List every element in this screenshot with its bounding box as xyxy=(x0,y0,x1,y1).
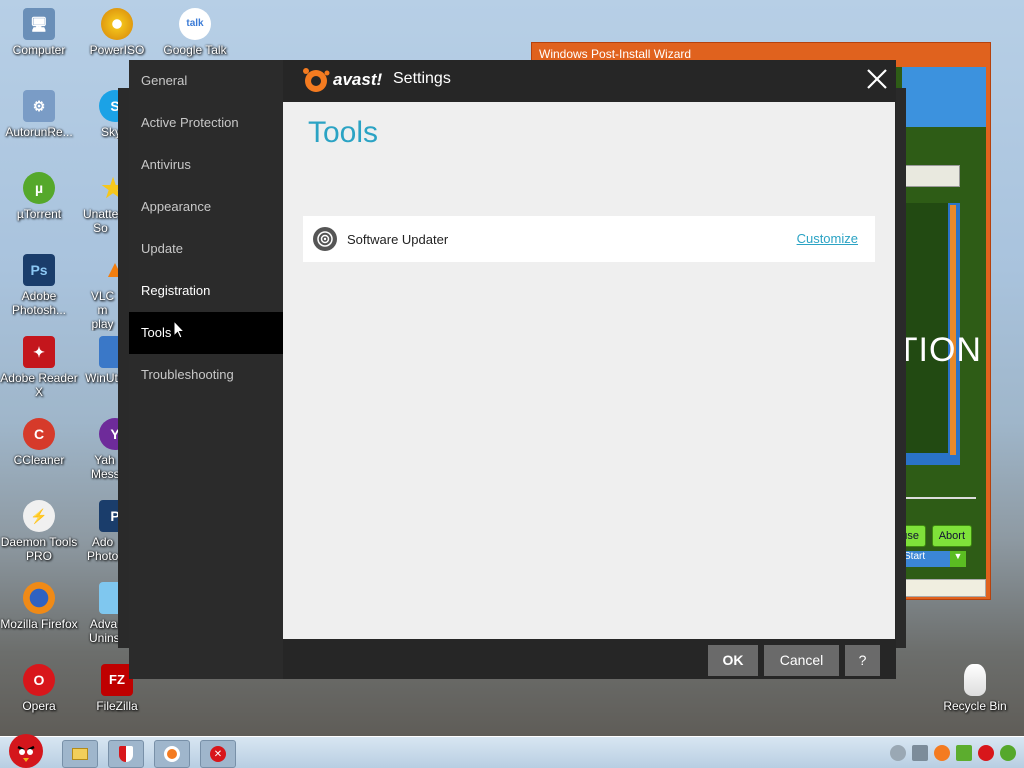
avast-logo: avast! xyxy=(301,65,382,95)
customize-link[interactable]: Customize xyxy=(797,231,858,246)
sidebar-item-troubleshooting[interactable]: Troubleshooting xyxy=(129,354,283,396)
yahoo-messenger-icon: Y xyxy=(99,418,118,450)
taskbar-explorer-button[interactable] xyxy=(62,740,98,768)
wizard-banner xyxy=(902,67,986,127)
sidebar-item-appearance[interactable]: Appearance xyxy=(129,186,283,228)
avast-shield-icon xyxy=(119,746,133,762)
wizard-title: Windows Post-Install Wizard xyxy=(539,47,692,61)
advanced-uninstaller-icon xyxy=(99,582,118,614)
sidebar-item-tools[interactable]: Tools xyxy=(129,312,283,354)
security-tray-icon[interactable] xyxy=(956,745,972,761)
avast-logo-icon xyxy=(303,68,330,92)
folder-icon xyxy=(72,748,88,760)
chevron-down-icon[interactable]: ▼ xyxy=(950,551,966,567)
desktop-icon-adobe-reader[interactable]: ✦ Adobe Reader X xyxy=(0,336,79,399)
desktop-icon-poweriso[interactable]: PowerISO xyxy=(77,8,157,57)
taskbar: ✕ xyxy=(0,734,1024,768)
desktop-icon-google-talk[interactable]: talk Google Talk xyxy=(155,8,235,57)
avast-orange-icon xyxy=(164,746,180,762)
autorun-icon: ⚙ xyxy=(23,90,55,122)
sidebar-item-registration[interactable]: Registration xyxy=(129,270,283,312)
ccleaner-icon: C xyxy=(23,418,55,450)
wizard-abort-button[interactable]: Abort xyxy=(931,525,972,547)
taskbar-avast-shield-button[interactable] xyxy=(108,740,144,768)
desktop-icon-utorrent[interactable]: µ µTorrent xyxy=(0,172,79,221)
volume-icon[interactable] xyxy=(912,745,928,761)
adobe-reader-icon: ✦ xyxy=(23,336,55,368)
opera-icon: O xyxy=(23,664,55,696)
poweriso-icon xyxy=(101,8,133,40)
sidebar-item-update[interactable]: Update xyxy=(129,228,283,270)
close-icon[interactable] xyxy=(864,66,890,92)
dialog-title: Settings xyxy=(393,70,451,87)
start-button-angry-bird-icon[interactable] xyxy=(4,729,48,768)
desktop-icon-yahoo-messenger[interactable]: Y Yah Messe xyxy=(77,418,118,481)
avast-logo-text: avast! xyxy=(333,70,383,89)
avast-settings-dialog: General Active Protection Antivirus Appe… xyxy=(129,60,896,679)
tool-row-software-updater: Software Updater Customize xyxy=(303,216,875,262)
vlc-icon: ▲ xyxy=(103,256,118,283)
taskbar-avast-button[interactable] xyxy=(154,740,190,768)
network-icon[interactable] xyxy=(890,745,906,761)
desktop-icon-advanced-uninstaller[interactable]: Adva Unins xyxy=(77,582,118,645)
sidebar-item-general[interactable]: General xyxy=(129,60,283,102)
sidebar-item-antivirus[interactable]: Antivirus xyxy=(129,144,283,186)
sidebar-item-active-protection[interactable]: Active Protection xyxy=(129,102,283,144)
ok-button[interactable]: OK xyxy=(708,645,758,676)
tool-name: Software Updater xyxy=(347,232,449,247)
computer-icon: 🖥 xyxy=(23,8,55,40)
wizard-status-bar xyxy=(902,579,986,597)
taskbar-error-button[interactable]: ✕ xyxy=(200,740,236,768)
winut-icon xyxy=(99,336,118,368)
desktop-icon-vlc[interactable]: ▲ VLC m play xyxy=(77,254,118,332)
desktop-icon-recycle-bin[interactable]: Recycle Bin xyxy=(935,664,1015,713)
wizard-input[interactable] xyxy=(902,165,960,187)
settings-sidebar: General Active Protection Antivirus Appe… xyxy=(129,60,283,679)
cancel-button[interactable]: Cancel xyxy=(764,645,839,676)
settings-content: Tools Software Updater Customize xyxy=(283,102,895,639)
desktop-icon-adobe-photo[interactable]: P Ado Photo xyxy=(77,500,118,563)
desktop-icon-winut[interactable]: WinUt xyxy=(77,336,118,385)
target-icon xyxy=(313,227,337,251)
google-talk-icon: talk xyxy=(179,8,211,40)
desktop-icon-computer[interactable]: 🖥 Computer xyxy=(0,8,79,57)
photoshop-icon: Ps xyxy=(23,254,55,286)
adobe-photo-icon: P xyxy=(99,500,118,532)
avast-tray-icon[interactable] xyxy=(934,745,950,761)
recycle-bin-icon xyxy=(964,664,986,696)
wizard-panel-accent xyxy=(950,205,956,455)
desktop-icon-daemon-tools[interactable]: ⚡ Daemon Tools PRO xyxy=(0,500,79,563)
yahoo-tray-icon[interactable] xyxy=(978,745,994,761)
firefox-icon xyxy=(23,582,55,614)
daemon-tools-icon: ⚡ xyxy=(23,500,55,532)
help-button[interactable]: ? xyxy=(845,645,880,676)
desktop-icon-photoshop[interactable]: Ps Adobe Photosh... xyxy=(0,254,79,317)
desktop-icon-opera[interactable]: O Opera xyxy=(0,664,79,713)
desktop-icon-autorun[interactable]: ⚙ AutorunRe... xyxy=(0,90,79,139)
unattended-icon: ★ xyxy=(101,173,118,203)
mouse-cursor-icon xyxy=(173,320,185,339)
desktop-icon-unattended[interactable]: ★ Unatte So xyxy=(77,172,118,235)
utorrent-icon: µ xyxy=(23,172,55,204)
page-title: Tools xyxy=(308,116,379,149)
skype-icon: S xyxy=(99,90,118,122)
desktop-icon-ccleaner[interactable]: C CCleaner xyxy=(0,418,79,467)
desktop-icon-firefox[interactable]: Mozilla Firefox xyxy=(0,582,79,631)
desktop-icon-skype[interactable]: S Sky xyxy=(77,90,118,139)
error-icon: ✕ xyxy=(210,746,226,762)
dialog-header: avast! Settings xyxy=(283,60,896,102)
wizard-divider xyxy=(904,497,976,499)
system-tray xyxy=(890,745,1016,761)
utorrent-tray-icon[interactable] xyxy=(1000,745,1016,761)
